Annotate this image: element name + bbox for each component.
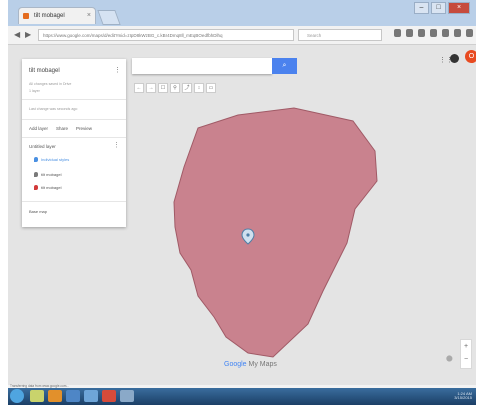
share-button[interactable]: Share bbox=[56, 126, 68, 131]
divider bbox=[22, 201, 126, 202]
start-button[interactable] bbox=[10, 389, 24, 403]
base-map-toggle[interactable]: Base map bbox=[29, 209, 47, 214]
layers-panel: tilt mobagel ⋮ All changes saved in Driv… bbox=[22, 59, 126, 227]
tab-title: tilt mobagel bbox=[34, 13, 65, 19]
window-controls: – □ × bbox=[412, 2, 470, 14]
title-bar: tilt mobagel × – □ × bbox=[8, 0, 476, 26]
clock-date: 3/15/2015 bbox=[454, 395, 472, 400]
select-icon[interactable]: ☐ bbox=[158, 83, 168, 93]
browser-window: tilt mobagel × – □ × ◀ ▶ https://www.goo… bbox=[8, 0, 476, 405]
add-marker-icon[interactable]: ⚲ bbox=[170, 83, 180, 93]
maximize-button[interactable]: □ bbox=[431, 2, 446, 14]
save-status: All changes saved in Drive bbox=[29, 82, 72, 86]
layer-item-label: tilt mobagel bbox=[41, 172, 62, 177]
layer-count: 1 layer bbox=[29, 89, 40, 93]
divider bbox=[22, 119, 126, 120]
logo-brand: Google bbox=[224, 361, 247, 368]
maps-favicon-icon bbox=[23, 13, 29, 19]
bookmarks-list-icon[interactable] bbox=[406, 29, 413, 37]
area-polygon[interactable] bbox=[173, 107, 378, 358]
forward-button[interactable]: ▶ bbox=[25, 30, 31, 39]
panel-tools: Add layer Share Preview bbox=[29, 126, 100, 131]
tab-close-icon[interactable]: × bbox=[87, 8, 91, 24]
browser-search-field[interactable]: Search bbox=[298, 29, 382, 41]
last-change: Last change was seconds ago bbox=[29, 107, 78, 111]
addon-icon[interactable] bbox=[454, 29, 461, 37]
minimize-button[interactable]: – bbox=[414, 2, 429, 14]
layer-feature-item[interactable]: tilt mobagel bbox=[34, 172, 62, 178]
close-window-button[interactable]: × bbox=[448, 2, 470, 14]
undo-icon[interactable]: ← bbox=[134, 83, 144, 93]
draw-line-icon[interactable]: ⤴ bbox=[182, 83, 192, 93]
map-canvas[interactable]: tilt mobagel ⋮ All changes saved in Driv… bbox=[8, 45, 476, 385]
media-icon[interactable] bbox=[48, 390, 62, 402]
layer-item-label: tilt mobagel bbox=[41, 185, 62, 190]
measure-icon[interactable]: ▭ bbox=[206, 83, 216, 93]
preview-button[interactable]: Preview bbox=[76, 126, 92, 131]
map-search-input[interactable] bbox=[132, 58, 272, 74]
layer-feature-item[interactable]: tilt mobagel bbox=[34, 185, 62, 191]
divider bbox=[22, 99, 126, 100]
layer-title[interactable]: Untitled layer bbox=[29, 144, 56, 149]
layer-item-label: Individual styles bbox=[41, 157, 70, 162]
explorer-icon[interactable] bbox=[30, 390, 44, 402]
new-tab-button[interactable] bbox=[97, 10, 121, 25]
download-icon[interactable] bbox=[418, 29, 425, 37]
notifications-icon[interactable] bbox=[450, 54, 459, 63]
directions-icon[interactable]: ↕ bbox=[194, 83, 204, 93]
logo-product: My Maps bbox=[246, 361, 277, 368]
zoom-in-button[interactable]: + bbox=[461, 340, 471, 353]
zoom-control: + − bbox=[460, 339, 472, 369]
app-icon[interactable] bbox=[84, 390, 98, 402]
map-options-icon[interactable]: ⋮ bbox=[114, 66, 121, 74]
pin-icon bbox=[34, 172, 38, 178]
map-tools: ← → ☐ ⚲ ⤴ ↕ ▭ bbox=[134, 83, 218, 93]
layer-style-item[interactable]: Individual styles bbox=[34, 157, 70, 163]
pin-icon bbox=[34, 185, 38, 191]
paint-icon[interactable] bbox=[120, 390, 134, 402]
firefox-icon[interactable] bbox=[102, 390, 116, 402]
toolbar-icons bbox=[394, 29, 476, 37]
divider bbox=[22, 137, 126, 138]
ie-icon[interactable] bbox=[66, 390, 80, 402]
layer-options-icon[interactable]: ⋮ bbox=[113, 141, 120, 149]
zoom-out-button[interactable]: − bbox=[461, 353, 471, 366]
system-clock[interactable]: 1:24 AM 3/15/2015 bbox=[454, 392, 472, 400]
bookmark-star-icon[interactable] bbox=[394, 29, 401, 37]
addon-icon[interactable] bbox=[442, 29, 449, 37]
avatar[interactable]: O bbox=[465, 50, 476, 63]
map-title[interactable]: tilt mobagel bbox=[29, 68, 60, 74]
address-bar[interactable]: https://www.google.com/maps/d/edit?mid=z… bbox=[38, 29, 294, 41]
style-pin-icon bbox=[34, 157, 38, 163]
browser-tab[interactable]: tilt mobagel × bbox=[18, 7, 96, 24]
pegman-icon[interactable]: ⬤ bbox=[446, 355, 453, 362]
home-icon[interactable] bbox=[430, 29, 437, 37]
redo-icon[interactable]: → bbox=[146, 83, 156, 93]
google-my-maps-logo: Google My Maps bbox=[224, 361, 277, 368]
add-layer-button[interactable]: Add layer bbox=[29, 126, 48, 131]
browser-toolbar: ◀ ▶ https://www.google.com/maps/d/edit?m… bbox=[8, 26, 476, 45]
menu-icon[interactable] bbox=[466, 29, 473, 37]
back-button[interactable]: ◀ bbox=[14, 30, 20, 39]
taskbar: 1:24 AM 3/15/2015 bbox=[8, 388, 476, 405]
search-icon[interactable]: ⌕ bbox=[272, 58, 297, 74]
